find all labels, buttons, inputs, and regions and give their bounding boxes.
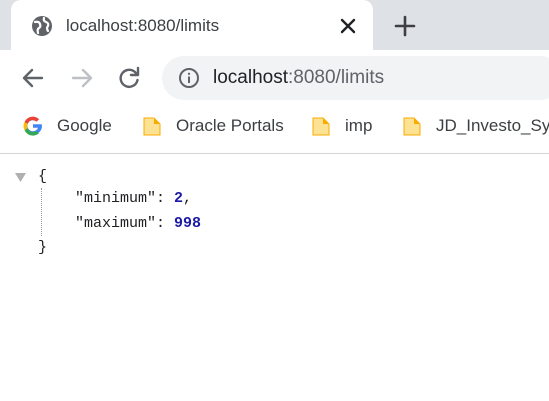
close-icon[interactable] xyxy=(337,15,359,37)
json-field-maximum: "maximum": 998 xyxy=(75,215,201,233)
json-field-minimum: "minimum": 2, xyxy=(75,190,192,208)
globe-icon xyxy=(32,16,52,36)
back-arrow-icon[interactable] xyxy=(19,64,47,92)
folder-icon xyxy=(143,117,161,136)
bookmark-imp[interactable]: imp xyxy=(310,110,380,142)
bookmark-label: Google xyxy=(57,116,112,135)
bookmarks-bar: Google Oracle Portals imp JD_Investo_Sys xyxy=(0,106,549,146)
url-path: :8080/limits xyxy=(288,67,385,88)
json-comma: , xyxy=(183,190,193,207)
bookmark-oracle-portals[interactable]: Oracle Portals xyxy=(141,110,291,142)
json-colon: : xyxy=(156,215,175,232)
tab-strip: localhost:8080/limits xyxy=(0,0,549,50)
bookmark-label: JD_Investo_Sys xyxy=(436,116,549,135)
json-viewer: { "minimum": 2, "maximum": 998 } xyxy=(0,154,549,401)
json-indent-guide xyxy=(41,188,42,236)
folder-icon xyxy=(403,117,421,136)
bookmark-jd-investo-sys[interactable]: JD_Investo_Sys xyxy=(401,110,549,142)
bookmark-google[interactable]: Google xyxy=(22,110,122,142)
folder-icon xyxy=(312,117,330,136)
json-key: "minimum" xyxy=(75,190,157,207)
address-bar[interactable]: localhost:8080/limits xyxy=(162,56,549,100)
bookmark-label: imp xyxy=(345,116,373,135)
forward-arrow-icon[interactable] xyxy=(68,64,96,92)
url-text[interactable]: localhost:8080/limits xyxy=(213,66,384,90)
bookmark-label: Oracle Portals xyxy=(176,116,284,135)
url-host: localhost xyxy=(213,67,288,88)
json-key: "maximum" xyxy=(75,215,157,232)
json-colon: : xyxy=(156,190,175,207)
reload-icon[interactable] xyxy=(115,64,143,92)
tab-title: localhost:8080/limits xyxy=(66,16,220,35)
new-tab-plus-icon[interactable] xyxy=(392,13,418,39)
json-number-value: 2 xyxy=(174,190,184,207)
collapse-triangle-icon[interactable] xyxy=(14,172,27,183)
browser-toolbar: localhost:8080/limits xyxy=(0,50,549,106)
info-icon[interactable] xyxy=(178,67,200,89)
json-number-value: 998 xyxy=(174,215,202,232)
google-g-icon xyxy=(23,116,42,136)
json-close-brace: } xyxy=(38,239,48,256)
active-tab[interactable]: localhost:8080/limits xyxy=(11,0,373,50)
json-open-brace: { xyxy=(38,168,48,185)
